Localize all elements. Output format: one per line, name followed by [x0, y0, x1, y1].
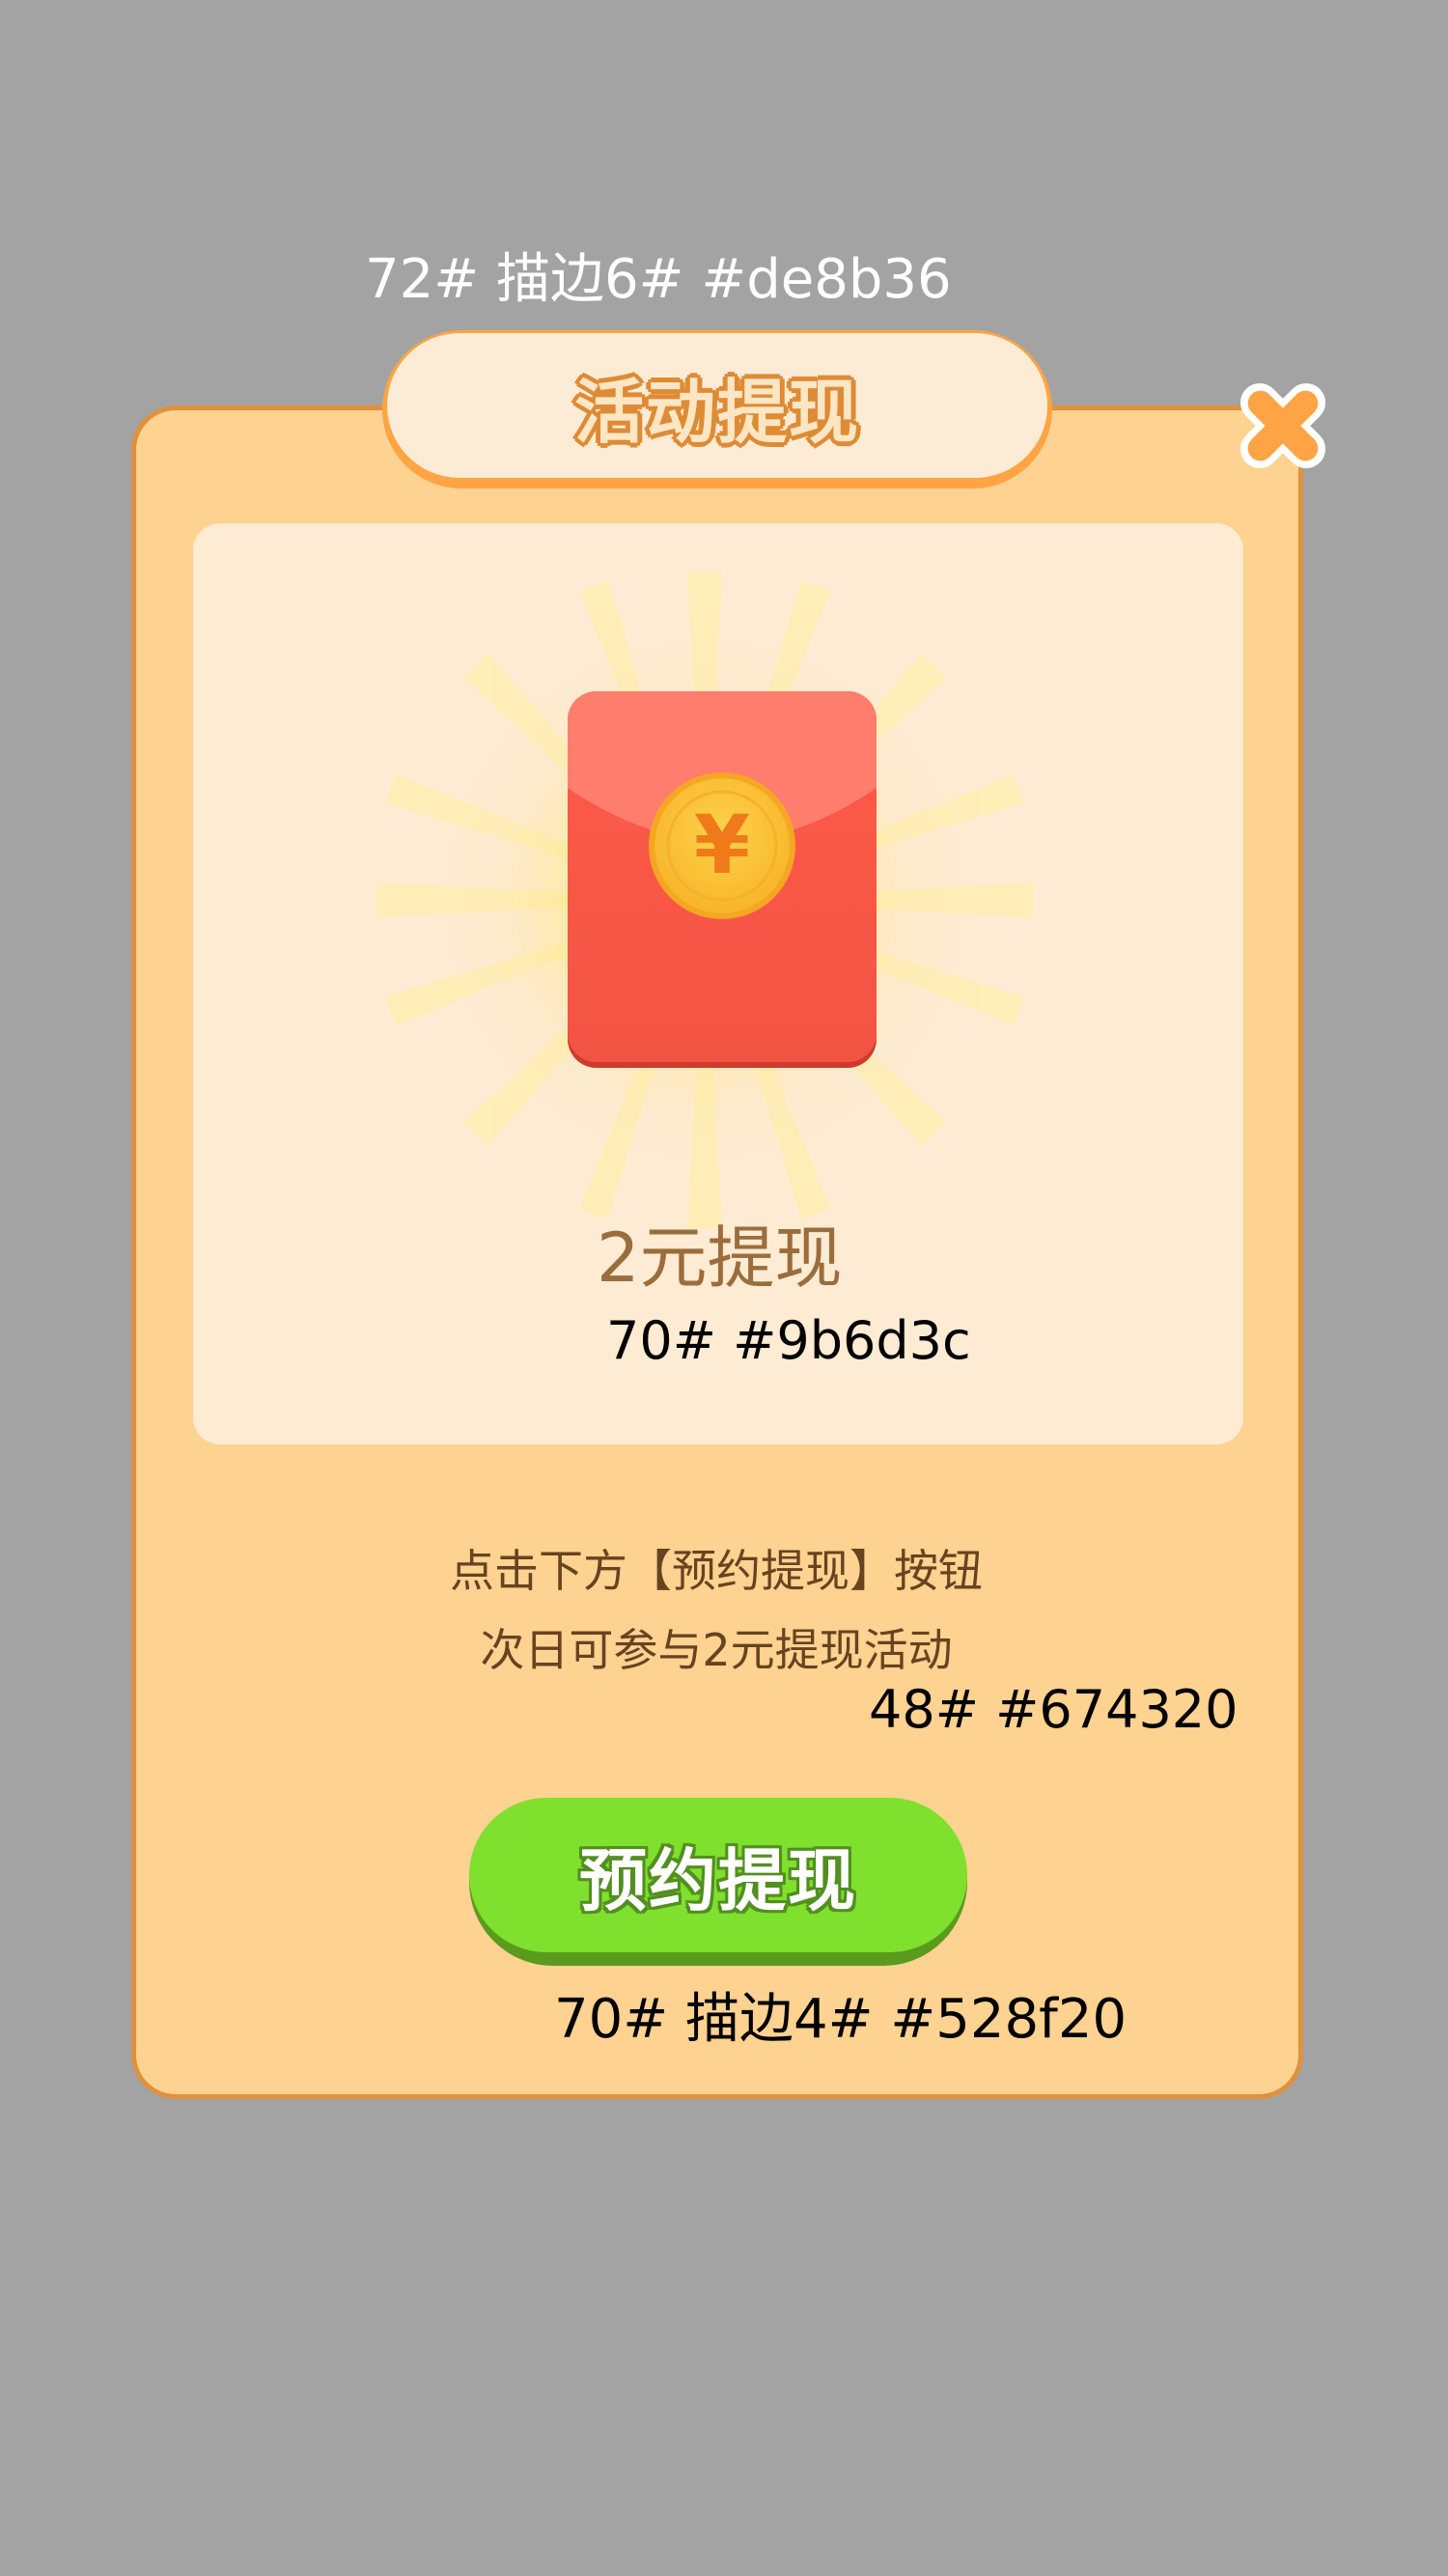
close-icon: [1239, 382, 1326, 469]
red-envelope-icon: ¥: [568, 691, 877, 1068]
withdraw-amount-label: 2元提现: [597, 1218, 843, 1298]
dialog-title: 活动提现: [573, 371, 860, 453]
yuan-coin-icon: ¥: [649, 772, 795, 919]
close-button[interactable]: [1226, 369, 1340, 483]
button-spec-annotation: 70# 描边4# #528f20: [554, 1988, 1128, 2051]
title-banner: 活动提现: [382, 330, 1052, 489]
reserve-withdraw-button[interactable]: 预约提现: [469, 1798, 967, 1966]
amount-spec-annotation: 70# #9b6d3c: [606, 1310, 971, 1371]
description-line-2: 次日可参与2元提现活动: [480, 1624, 953, 1676]
description-spec-annotation: 48# #674320: [869, 1679, 1239, 1740]
reserve-withdraw-button-label: 预约提现: [579, 1840, 857, 1920]
modal-overlay[interactable]: 72# 描边6# #de8b36 活动提现 ¥ 2元提现 70# #9b6d3c…: [0, 0, 1448, 2576]
title-spec-annotation: 72# 描边6# #de8b36: [365, 248, 952, 311]
description-line-1: 点击下方【预约提现】按钮: [450, 1545, 983, 1597]
yuan-symbol: ¥: [694, 798, 750, 892]
